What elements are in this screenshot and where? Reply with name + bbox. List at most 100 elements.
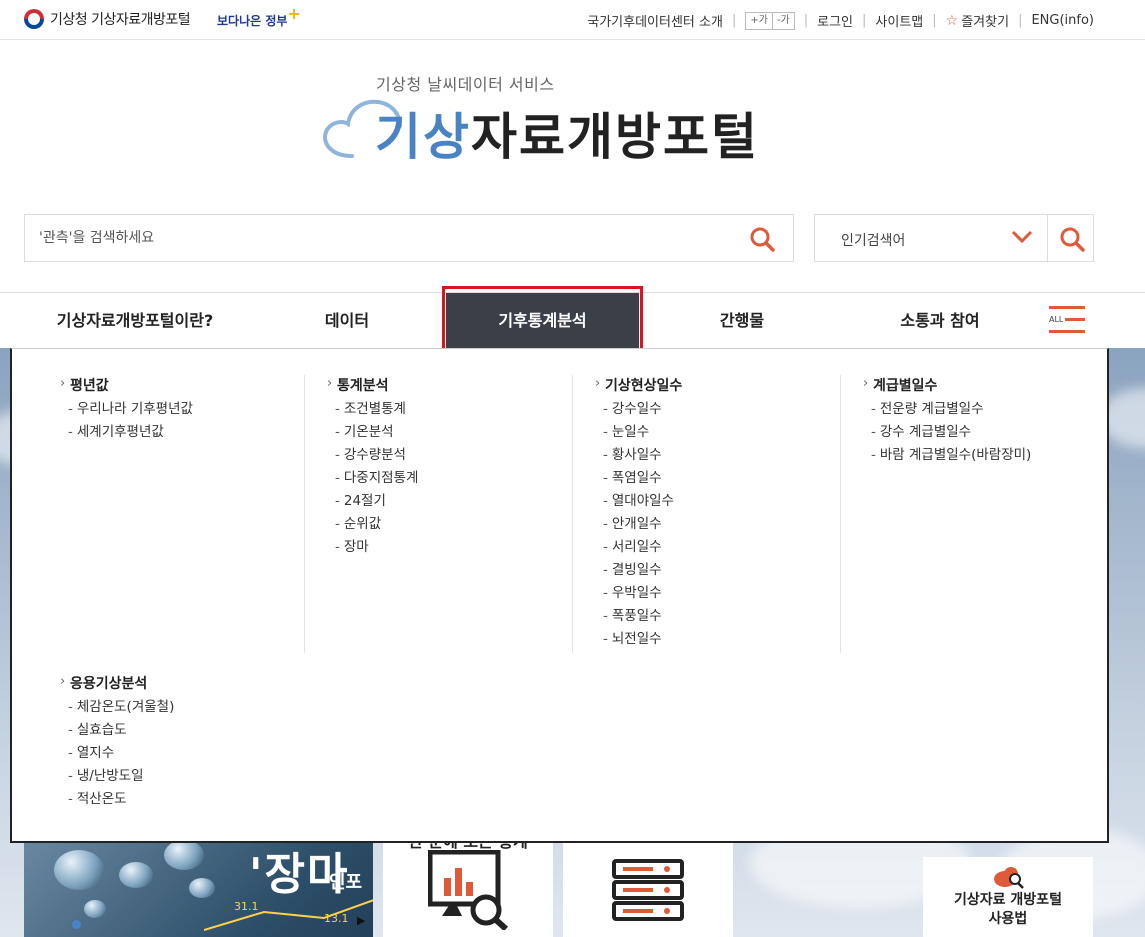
banner-pager-dot[interactable] bbox=[72, 920, 81, 929]
gov-logo-link[interactable]: 기상청 기상자료개방포털 bbox=[24, 9, 191, 29]
search-input[interactable] bbox=[39, 215, 719, 261]
utility-links: 국가기후데이터센터 소개 | +가 -가 | 로그인 | 사이트맵 | ☆ 즐겨… bbox=[587, 11, 1094, 30]
popular-keywords-select[interactable]: 인기검색어 bbox=[814, 214, 1094, 262]
divider bbox=[572, 375, 573, 653]
chart-search-icon bbox=[428, 850, 508, 930]
login-link[interactable]: 로그인 bbox=[817, 11, 853, 30]
font-size-control: +가 -가 bbox=[745, 11, 795, 30]
taegeuk-emblem-icon bbox=[24, 9, 44, 29]
menu-item[interactable]: - 우박일수 bbox=[595, 582, 863, 605]
sitemap-link[interactable]: 사이트맵 bbox=[875, 11, 923, 30]
menu-item[interactable]: - 열지수 bbox=[60, 742, 328, 765]
menu-column-statistics: 통계분석 -조건별통계 -기온분석 -강수량분석 -다중지점통계 -24절기 -… bbox=[327, 373, 595, 559]
menu-item[interactable]: - 순위값 bbox=[327, 513, 595, 536]
menu-category[interactable]: 계급별일수 bbox=[863, 373, 1131, 397]
banner-play-button[interactable]: ▶ bbox=[357, 914, 365, 927]
tile-usage-guide[interactable]: 기상자료 개방포털 사용법 bbox=[923, 857, 1093, 937]
page: '장마 인포 31.1 13.1 ▶ 한 눈에 보는 통계 bbox=[0, 0, 1145, 937]
main-navigation: 기상자료개방포털이란? 데이터 기후통계분석 간행물 소통과 참여 bbox=[0, 292, 1145, 349]
menu-item[interactable]: - 뇌전일수 bbox=[595, 628, 863, 651]
divider bbox=[1047, 215, 1048, 261]
menu-item[interactable]: - 서리일수 bbox=[595, 536, 863, 559]
menu-item[interactable]: - 전운량 계급별일수 bbox=[863, 398, 1131, 421]
chevron-down-icon[interactable] bbox=[1011, 229, 1033, 245]
all-menu-button[interactable]: ALL bbox=[1049, 306, 1085, 334]
banner-rain-value-2: 13.1 bbox=[324, 912, 349, 925]
menu-item[interactable]: - 폭풍일수 bbox=[595, 605, 863, 628]
menu-item[interactable]: - 강수량분석 bbox=[327, 444, 595, 467]
search-box bbox=[24, 214, 794, 262]
divider: | bbox=[803, 13, 809, 28]
brand-subtitle: 기상청 날씨데이터 서비스 bbox=[376, 75, 555, 94]
divider: | bbox=[1018, 13, 1023, 28]
utility-bar: 기상청 기상자료개방포털 보다나은 정부+ 국가기후데이터센터 소개 | +가 … bbox=[0, 0, 1145, 40]
nav-publications[interactable]: 간행물 bbox=[662, 293, 822, 349]
cloud-search-icon bbox=[994, 867, 1024, 889]
banner-rain-value-1: 31.1 bbox=[234, 900, 259, 913]
better-gov-logo: 보다나은 정부+ bbox=[217, 4, 301, 29]
menu-item[interactable]: - 냉/난방도일 bbox=[60, 765, 328, 788]
menu-category[interactable]: 응용기상분석 bbox=[60, 671, 328, 695]
server-icon bbox=[612, 859, 684, 921]
menu-category[interactable]: 평년값 bbox=[60, 373, 328, 397]
menu-item[interactable]: - 적산온도 bbox=[60, 788, 328, 811]
gov-name: 기상청 기상자료개방포털 bbox=[50, 12, 191, 28]
search-icon[interactable] bbox=[749, 226, 775, 252]
menu-item[interactable]: - 황사일수 bbox=[595, 444, 863, 467]
menu-item[interactable]: - 폭염일수 bbox=[595, 467, 863, 490]
popular-keywords-label: 인기검색어 bbox=[841, 233, 906, 249]
tile-open-api[interactable] bbox=[563, 830, 733, 937]
menu-column-applied: 응용기상분석 -체감온도(겨울철) -실효습도 -열지수 -냉/난방도일 -적산… bbox=[60, 671, 328, 811]
nav-community[interactable]: 소통과 참여 bbox=[855, 293, 1025, 349]
menu-category[interactable]: 기상현상일수 bbox=[595, 373, 863, 397]
site-logo-rest: 자료개방포털 bbox=[471, 108, 759, 166]
menu-item[interactable]: - 실효습도 bbox=[60, 719, 328, 742]
menu-item[interactable]: - 다중지점통계 bbox=[327, 467, 595, 490]
about-link[interactable]: 국가기후데이터센터 소개 bbox=[587, 11, 723, 30]
nav-about[interactable]: 기상자료개방포털이란? bbox=[30, 293, 240, 349]
menu-item[interactable]: - 세계기후평년값 bbox=[60, 421, 328, 444]
site-logo[interactable]: 기상자료개방포털 bbox=[375, 110, 759, 165]
menu-column-phenomena-days: 기상현상일수 -강수일수 -눈일수 -황사일수 -폭염일수 -열대야일수 -안개… bbox=[595, 373, 863, 651]
menu-column-normals: 평년값 -우리나라 기후평년값 -세계기후평년값 bbox=[60, 373, 328, 444]
menu-item[interactable]: - 눈일수 bbox=[595, 421, 863, 444]
hamburger-bar bbox=[1049, 330, 1085, 333]
menu-item[interactable]: - 우리나라 기후평년값 bbox=[60, 398, 328, 421]
nav-data[interactable]: 데이터 bbox=[270, 293, 424, 349]
menu-item[interactable]: - 열대야일수 bbox=[595, 490, 863, 513]
mega-menu: 평년값 -우리나라 기후평년값 -세계기후평년값 통계분석 -조건별통계 -기온… bbox=[10, 348, 1109, 843]
english-link[interactable]: ENG(info) bbox=[1031, 13, 1094, 28]
font-increase-button[interactable]: +가 bbox=[746, 13, 772, 29]
favorites-link[interactable]: 즐겨찾기 bbox=[961, 11, 1009, 30]
tile-statistics[interactable]: 한 눈에 보는 통계 bbox=[383, 830, 553, 937]
menu-item[interactable]: - 체감온도(겨울철) bbox=[60, 696, 328, 719]
hamburger-icon bbox=[1049, 306, 1085, 309]
all-menu-label: ALL bbox=[1049, 315, 1066, 325]
menu-item[interactable]: - 안개일수 bbox=[595, 513, 863, 536]
menu-item[interactable]: - 기온분석 bbox=[327, 421, 595, 444]
menu-item[interactable]: - 장마 bbox=[327, 536, 595, 559]
menu-item[interactable]: -24절기 bbox=[327, 490, 595, 513]
popular-search-icon[interactable] bbox=[1059, 226, 1085, 252]
divider: | bbox=[862, 13, 867, 28]
divider: | bbox=[731, 13, 737, 28]
menu-item[interactable]: - 강수일수 bbox=[595, 398, 863, 421]
divider: | bbox=[932, 13, 937, 28]
better-gov-text: 보다나은 정부 bbox=[217, 14, 288, 28]
plus-icon: + bbox=[287, 4, 301, 23]
font-decrease-button[interactable]: -가 bbox=[771, 12, 794, 29]
banner-rain-infographic[interactable]: '장마 인포 31.1 13.1 ▶ bbox=[24, 830, 373, 937]
menu-item[interactable]: - 결빙일수 bbox=[595, 559, 863, 582]
menu-item[interactable]: - 바람 계급별일수(바람장미) bbox=[863, 444, 1131, 467]
menu-category[interactable]: 통계분석 bbox=[327, 373, 595, 397]
tile-guide-label-2: 사용법 bbox=[988, 911, 1028, 927]
divider bbox=[304, 375, 305, 653]
star-icon: ☆ bbox=[945, 12, 959, 29]
nav-climate-statistics[interactable]: 기후통계분석 bbox=[446, 293, 639, 349]
menu-item[interactable]: - 강수 계급별일수 bbox=[863, 421, 1131, 444]
menu-item[interactable]: - 조건별통계 bbox=[327, 398, 595, 421]
site-logo-accent: 기상 bbox=[375, 108, 471, 166]
tile-guide-label-1: 기상자료 개방포털 bbox=[954, 892, 1062, 908]
banner-rain-subtitle: 인포 bbox=[329, 872, 363, 893]
divider bbox=[840, 375, 841, 653]
